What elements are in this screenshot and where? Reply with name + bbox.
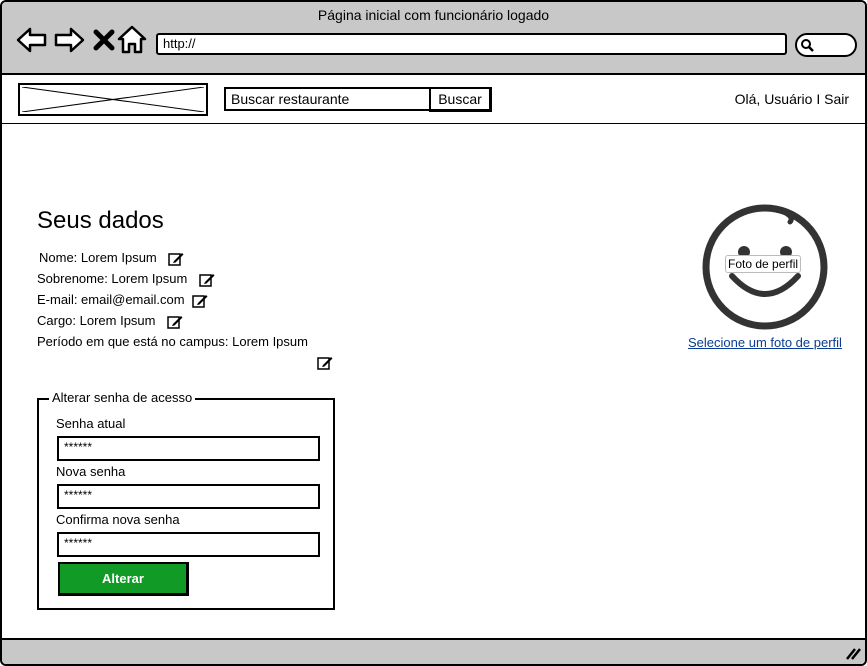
- change-password-fieldset: Alterar senha de acesso Senha atual ****…: [37, 390, 335, 610]
- current-password-input[interactable]: ******: [57, 436, 320, 461]
- image-placeholder-icon: [22, 87, 204, 112]
- browser-chrome: Página inicial com funcionário logado ht…: [2, 2, 865, 75]
- field-cargo: Cargo: Lorem Ipsum: [37, 313, 183, 330]
- current-password-label: Senha atual: [56, 416, 126, 431]
- status-bar: [2, 638, 865, 664]
- restaurant-search-input[interactable]: Buscar restaurante: [224, 87, 431, 111]
- field-label: Sobrenome: Lorem Ipsum: [37, 271, 188, 286]
- confirm-password-input[interactable]: ******: [57, 532, 320, 557]
- user-greeting[interactable]: Olá, Usuário I Sair: [735, 91, 849, 107]
- edit-icon[interactable]: [167, 314, 183, 330]
- field-periodo: Período em que está no campus: Lorem Ips…: [37, 334, 308, 349]
- url-bar[interactable]: http://: [156, 33, 787, 55]
- confirm-password-label: Confirma nova senha: [56, 512, 180, 527]
- photo-label: Foto de perfil: [725, 255, 802, 273]
- edit-icon[interactable]: [317, 355, 333, 371]
- forward-icon[interactable]: [53, 24, 85, 56]
- logo-placeholder[interactable]: [18, 83, 208, 116]
- search-button[interactable]: Buscar: [429, 87, 492, 112]
- field-label: Período em que está no campus: Lorem Ips…: [37, 334, 308, 349]
- edit-icon[interactable]: [199, 272, 215, 288]
- new-password-input[interactable]: ******: [57, 484, 320, 509]
- alterar-button[interactable]: Alterar: [58, 562, 189, 596]
- new-password-label: Nova senha: [56, 464, 126, 479]
- field-label: Nome: Lorem Ipsum: [39, 250, 157, 265]
- search-icon: [801, 39, 814, 52]
- window-title: Página inicial com funcionário logado: [317, 7, 550, 23]
- field-label: Cargo: Lorem Ipsum: [37, 313, 156, 328]
- browser-search-field[interactable]: [795, 33, 857, 57]
- site-header: Buscar restaurante Buscar Olá, Usuário I…: [2, 75, 865, 124]
- edit-icon[interactable]: [168, 251, 184, 267]
- resize-grip-icon[interactable]: [845, 646, 861, 660]
- home-icon[interactable]: [116, 24, 148, 56]
- back-icon[interactable]: [16, 24, 48, 56]
- edit-icon[interactable]: [192, 293, 208, 309]
- page-title: Seus dados: [37, 207, 164, 234]
- fieldset-legend: Alterar senha de acesso: [49, 390, 196, 405]
- select-photo-link[interactable]: Selecione um foto de perfil: [688, 335, 842, 350]
- browser-window: Página inicial com funcionário logado ht…: [0, 0, 867, 666]
- field-sobrenome: Sobrenome: Lorem Ipsum: [37, 271, 215, 288]
- field-email: E-mail: email@email.com: [37, 292, 208, 309]
- field-label: E-mail: email@email.com: [37, 292, 185, 307]
- field-nome: Nome: Lorem Ipsum: [39, 250, 184, 267]
